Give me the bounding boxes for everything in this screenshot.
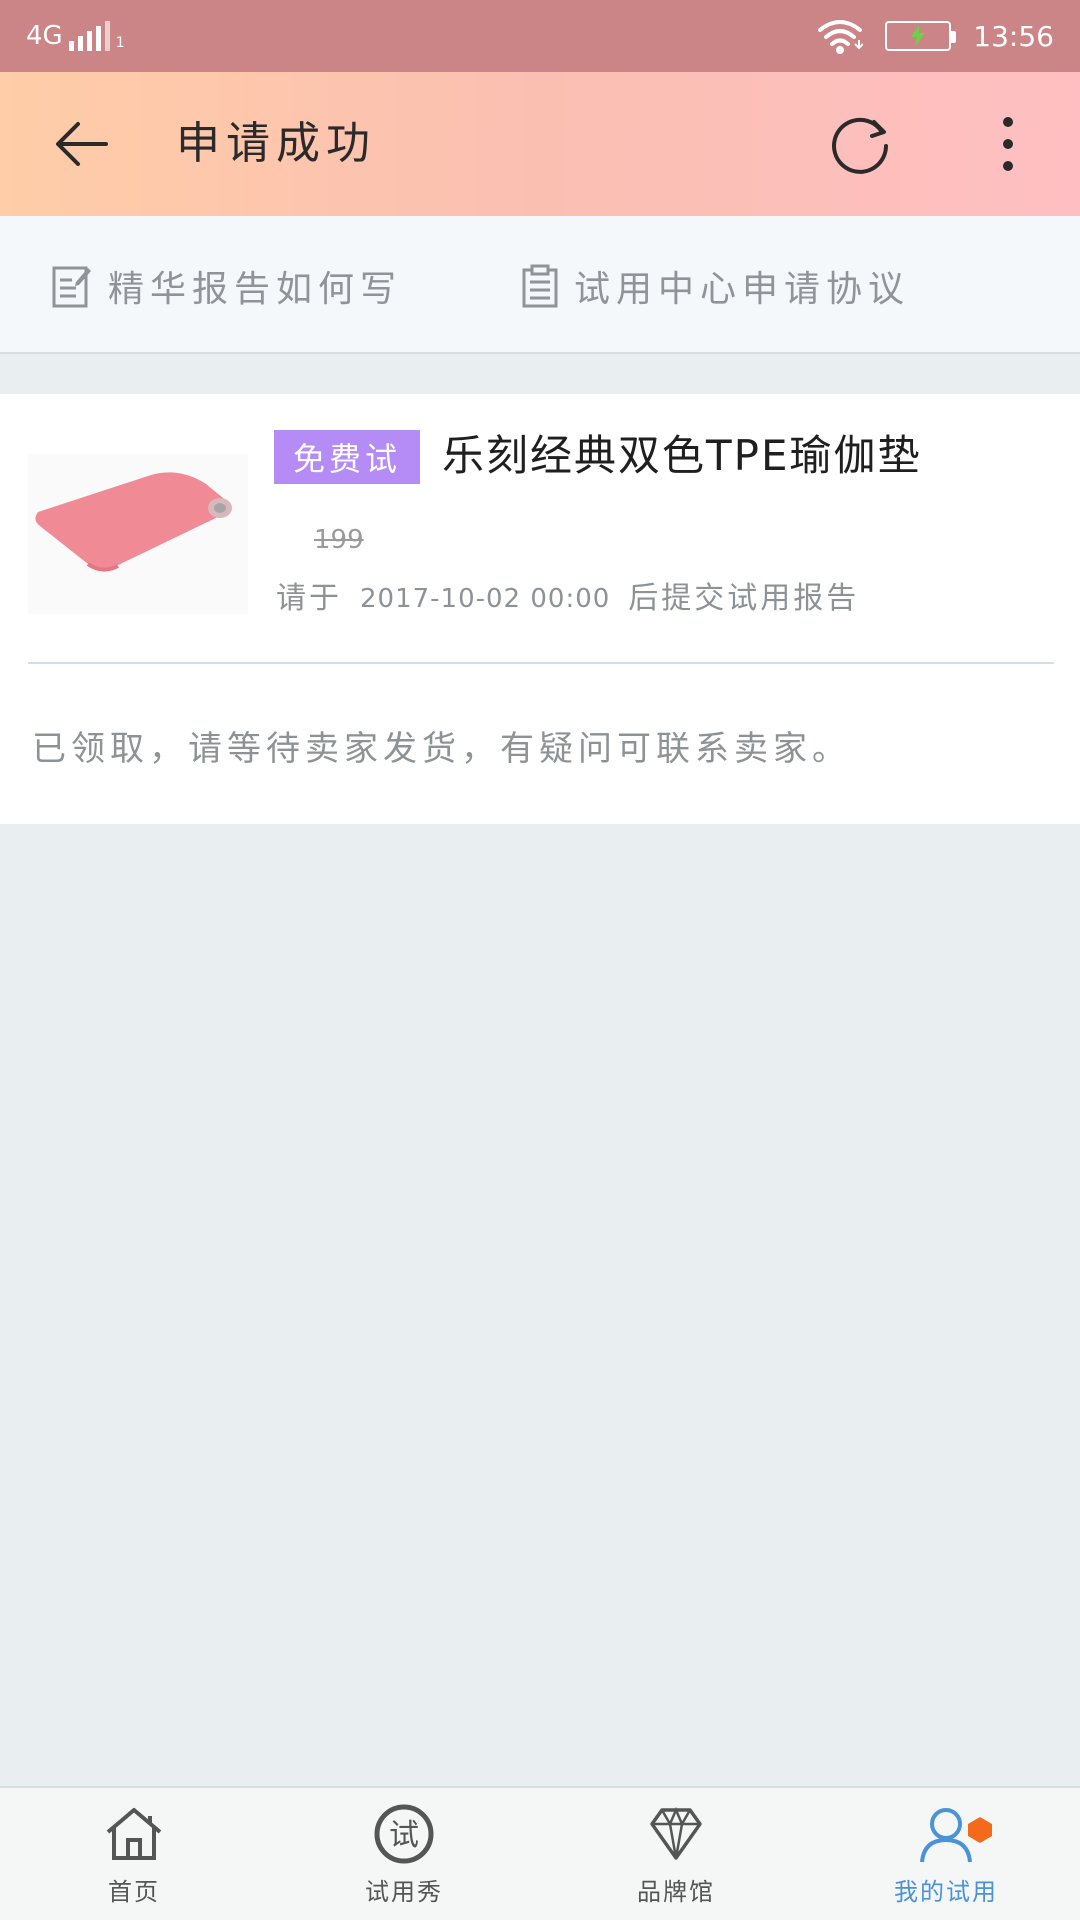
agreement-link[interactable]: 试用中心申请协议 xyxy=(522,262,910,310)
screen: 4G 1 13:56 申请成功 精华报告如何写 试用中心申请协议 免费试 乐刻经… xyxy=(0,0,1080,1920)
wifi-icon xyxy=(818,20,864,54)
shipping-status-note: 已领取，请等待卖家发货，有疑问可联系卖家。 xyxy=(32,729,851,769)
free-trial-badge: 免费试 xyxy=(274,430,420,484)
deadline-prefix: 请于 xyxy=(276,581,342,616)
nav-home[interactable]: 首页 xyxy=(34,1788,234,1920)
refresh-icon[interactable] xyxy=(830,112,894,176)
try-show-icon: 试 xyxy=(374,1804,434,1864)
nav-brand-hall[interactable]: 品牌馆 xyxy=(576,1788,776,1920)
deadline-time: 2017-10-02 00:00 xyxy=(360,584,611,614)
home-icon xyxy=(106,1808,162,1860)
product-card[interactable]: 免费试 乐刻经典双色TPE瑜伽垫 199 请于 2017-10-02 00:00… xyxy=(0,394,1080,824)
clipboard-icon xyxy=(522,264,558,308)
clock: 13:56 xyxy=(973,19,1054,53)
report-guide-label: 精华报告如何写 xyxy=(108,269,403,310)
product-image[interactable] xyxy=(28,454,248,614)
title-bar: 申请成功 xyxy=(0,72,1080,216)
status-bar: 4G 1 13:56 xyxy=(0,0,1080,72)
battery-icon xyxy=(885,21,957,51)
nav-my-trials-label: 我的试用 xyxy=(894,1878,998,1906)
original-price: 199 xyxy=(314,525,364,555)
network-type: 4G xyxy=(26,21,63,51)
card-divider xyxy=(28,662,1054,664)
back-icon[interactable] xyxy=(52,116,112,172)
report-guide-link[interactable]: 精华报告如何写 xyxy=(52,262,402,310)
nav-brand-hall-label: 品牌馆 xyxy=(637,1878,715,1906)
deadline-suffix: 后提交试用报告 xyxy=(628,581,860,616)
nav-my-trials[interactable]: 我的试用 xyxy=(846,1788,1046,1920)
nav-try-show-label: 试用秀 xyxy=(365,1878,443,1906)
report-deadline: 请于 2017-10-02 00:00 后提交试用报告 xyxy=(276,574,859,624)
charging-icon xyxy=(911,25,926,47)
svg-text:试: 试 xyxy=(389,1818,419,1853)
notification-dot-icon xyxy=(968,1817,992,1843)
nav-try-show[interactable]: 试 试用秀 xyxy=(304,1788,504,1920)
network-status: 4G 1 xyxy=(26,21,125,51)
sim-slot: 1 xyxy=(115,35,125,51)
bottom-nav: 首页 试 试用秀 品牌馆 我的试用 xyxy=(0,1786,1080,1920)
nav-home-label: 首页 xyxy=(108,1878,160,1906)
product-title[interactable]: 乐刻经典双色TPE瑜伽垫 xyxy=(442,428,922,484)
edit-note-icon xyxy=(52,266,91,308)
more-options-icon[interactable] xyxy=(990,112,1026,176)
system-status: 13:56 xyxy=(817,16,1054,56)
page-title: 申请成功 xyxy=(176,118,376,169)
agreement-label: 试用中心申请协议 xyxy=(574,269,911,310)
shortcut-row: 精华报告如何写 试用中心申请协议 xyxy=(0,216,1080,354)
signal-icon xyxy=(68,21,110,51)
diamond-icon xyxy=(650,1806,702,1860)
